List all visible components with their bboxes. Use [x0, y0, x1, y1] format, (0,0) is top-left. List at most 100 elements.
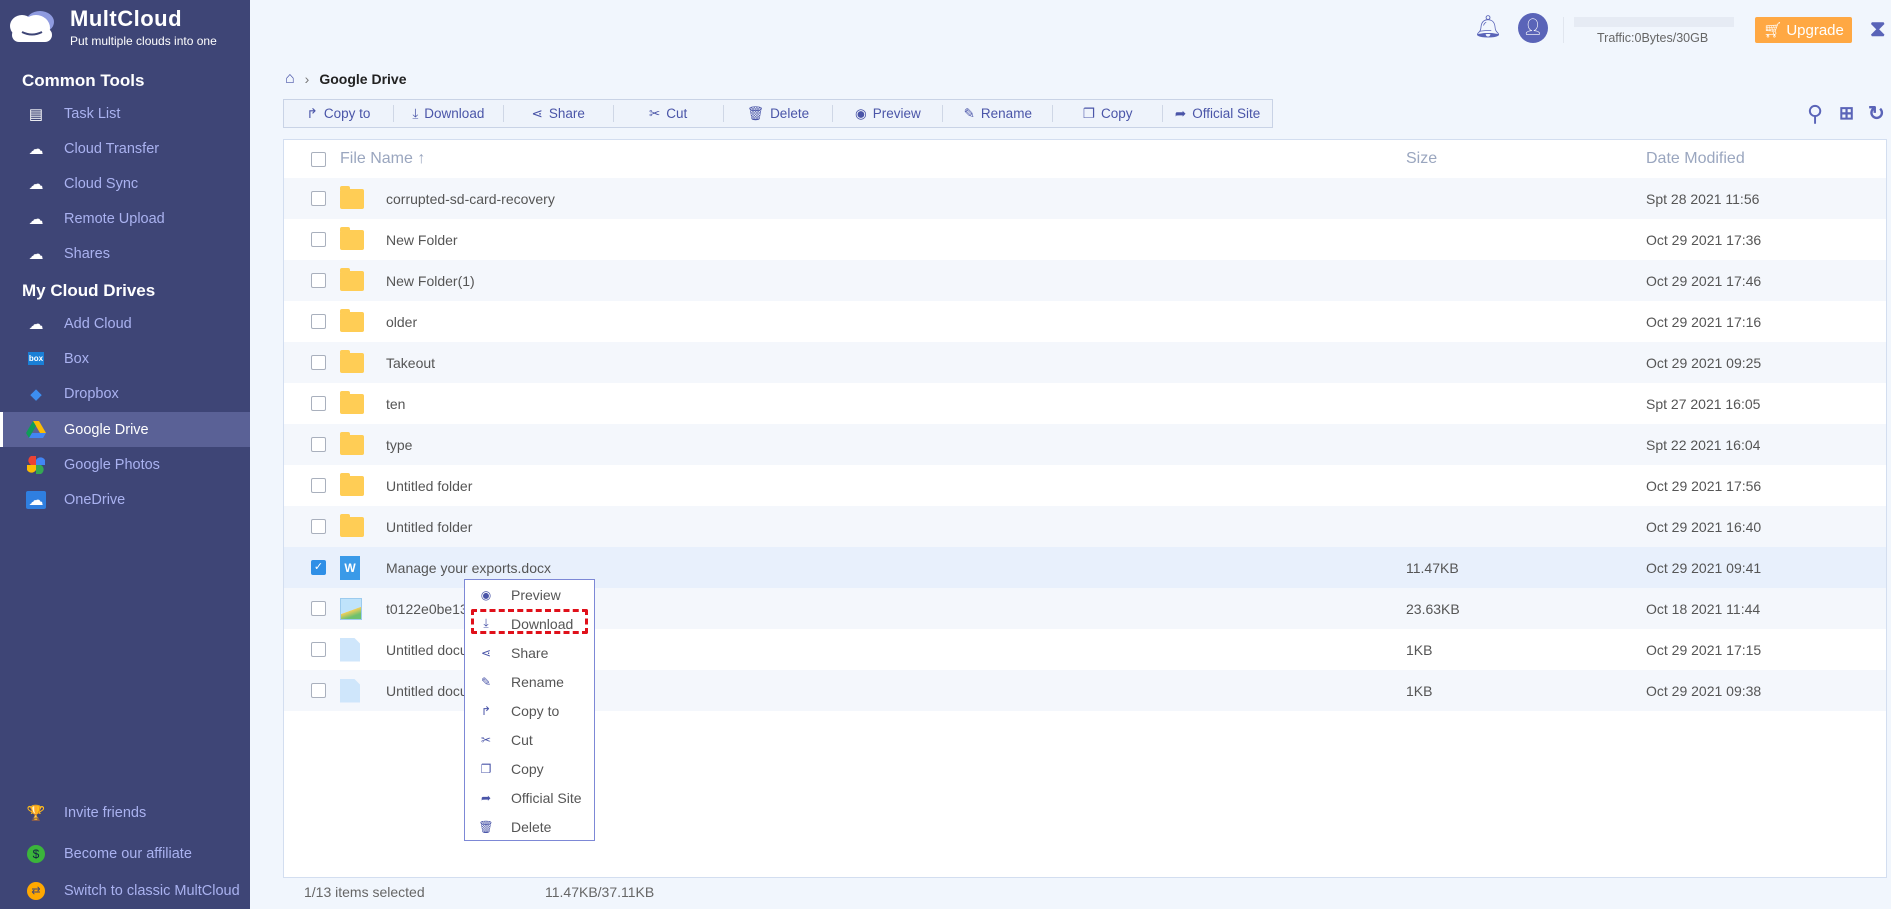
- folder-icon: [340, 226, 364, 250]
- context-menu-download[interactable]: ⤓ Download: [465, 609, 594, 638]
- row-checkbox[interactable]: [311, 519, 326, 534]
- word-doc-icon: W: [340, 555, 360, 580]
- rename-button[interactable]: ✎ Rename: [943, 105, 1054, 122]
- cloud-transfer-icon: ☁: [28, 140, 44, 158]
- row-checkbox[interactable]: [311, 437, 326, 452]
- file-date: Oct 29 2021 17:15: [1646, 641, 1762, 658]
- download-button[interactable]: ⤓ Download: [394, 105, 504, 122]
- external-arrow-icon: ➦: [480, 790, 492, 805]
- row-checkbox[interactable]: [311, 478, 326, 493]
- file-name[interactable]: Takeout: [386, 355, 435, 371]
- pencil-icon: ✎: [480, 674, 492, 689]
- sidebar-item-label: Google Photos: [64, 456, 160, 473]
- row-checkbox[interactable]: [311, 601, 326, 616]
- file-name[interactable]: type: [386, 437, 412, 453]
- file-date: Oct 29 2021 16:40: [1646, 518, 1762, 535]
- table-row[interactable]: New Folder Oct 29 2021 17:36: [284, 219, 1886, 260]
- sidebar-item-add-cloud[interactable]: ☁ Add Cloud: [0, 306, 250, 341]
- file-name[interactable]: t0122e0be13: [386, 601, 468, 617]
- row-checkbox[interactable]: [311, 191, 326, 206]
- table-row[interactable]: type Spt 22 2021 16:04: [284, 424, 1886, 465]
- context-menu-share[interactable]: ⋖ Share: [465, 638, 594, 667]
- row-checkbox[interactable]: [311, 396, 326, 411]
- bell-icon[interactable]: 🔔︎: [1474, 14, 1502, 40]
- search-icon[interactable]: ⚲: [1807, 101, 1823, 127]
- menu-item-label: Copy to: [511, 702, 560, 719]
- hourglass-icon[interactable]: ⧗: [1870, 16, 1885, 42]
- copy-button[interactable]: ❐ Copy: [1053, 105, 1164, 122]
- sidebar-item-shares[interactable]: ☁ Shares: [0, 236, 250, 271]
- sidebar-item-switch-classic[interactable]: ⇄ Switch to classic MultCloud: [0, 873, 250, 908]
- official-site-button[interactable]: ➦ Official Site: [1163, 105, 1272, 122]
- context-menu-preview[interactable]: ◉ Preview: [465, 580, 594, 609]
- row-checkbox[interactable]: [311, 273, 326, 288]
- context-menu-official-site[interactable]: ➦ Official Site: [465, 783, 594, 812]
- sidebar-item-google-photos[interactable]: Google Photos: [0, 447, 250, 482]
- sidebar-item-google-drive[interactable]: Google Drive: [0, 412, 250, 447]
- sidebar-item-dropbox[interactable]: ◆ Dropbox: [0, 376, 250, 411]
- sidebar-item-remote-upload[interactable]: ☁ Remote Upload: [0, 201, 250, 236]
- table-row[interactable]: ten Spt 27 2021 16:05: [284, 383, 1886, 424]
- table-row[interactable]: corrupted-sd-card-recovery Spt 28 2021 1…: [284, 178, 1886, 219]
- delete-button[interactable]: 🗑︎ Delete: [724, 105, 834, 122]
- folder-icon: [340, 267, 364, 291]
- file-name[interactable]: Untitled docu: [386, 683, 468, 699]
- row-checkbox[interactable]: [311, 232, 326, 247]
- avatar[interactable]: 👤︎: [1518, 13, 1548, 43]
- home-icon[interactable]: ⌂: [285, 70, 295, 88]
- context-menu-delete[interactable]: 🗑︎ Delete: [465, 812, 594, 841]
- sidebar-item-box[interactable]: box Box: [0, 341, 250, 376]
- row-checkbox[interactable]: [311, 683, 326, 698]
- file-name[interactable]: Untitled folder: [386, 519, 472, 535]
- context-menu-copy-to[interactable]: ↱ Copy to: [465, 696, 594, 725]
- file-name[interactable]: Untitled docu: [386, 642, 468, 658]
- row-checkbox[interactable]: [311, 355, 326, 370]
- row-checkbox[interactable]: [311, 314, 326, 329]
- sidebar-item-affiliate[interactable]: $ Become our affiliate: [0, 836, 250, 871]
- column-date-modified[interactable]: Date Modified: [1646, 150, 1745, 168]
- context-menu-copy[interactable]: ❐ Copy: [465, 754, 594, 783]
- sidebar-item-cloud-transfer[interactable]: ☁ Cloud Transfer: [0, 131, 250, 166]
- row-checkbox[interactable]: ✓: [311, 560, 326, 575]
- document-icon: [340, 678, 360, 703]
- row-checkbox[interactable]: [311, 642, 326, 657]
- column-size[interactable]: Size: [1406, 150, 1437, 168]
- sidebar-item-invite-friends[interactable]: 🏆 Invite friends: [0, 795, 250, 830]
- file-size: 11.47KB: [1406, 559, 1459, 576]
- context-menu-cut[interactable]: ✂ Cut: [465, 725, 594, 754]
- scissors-icon: ✂: [648, 105, 661, 121]
- sidebar-item-cloud-sync[interactable]: ☁ Cloud Sync: [0, 166, 250, 201]
- table-row[interactable]: Untitled folder Oct 29 2021 16:40: [284, 506, 1886, 547]
- sort-arrow-up-icon: ↑: [417, 150, 426, 167]
- file-name[interactable]: older: [386, 314, 417, 330]
- table-row[interactable]: New Folder(1) Oct 29 2021 17:46: [284, 260, 1886, 301]
- copy-to-button[interactable]: ↱ Copy to: [284, 105, 394, 122]
- file-name[interactable]: New Folder: [386, 232, 458, 248]
- select-all-checkbox[interactable]: [311, 151, 326, 167]
- table-row[interactable]: older Oct 29 2021 17:16: [284, 301, 1886, 342]
- file-name[interactable]: corrupted-sd-card-recovery: [386, 191, 555, 207]
- file-name[interactable]: Manage your exports.docx: [386, 560, 551, 576]
- table-row[interactable]: Takeout Oct 29 2021 09:25: [284, 342, 1886, 383]
- sidebar-item-onedrive[interactable]: ☁ OneDrive: [0, 482, 250, 517]
- menu-item-label: Delete: [511, 818, 552, 835]
- file-name[interactable]: Untitled folder: [386, 478, 472, 494]
- column-file-name[interactable]: File Name ↑: [340, 150, 425, 168]
- context-menu-rename[interactable]: ✎ Rename: [465, 667, 594, 696]
- share-cloud-icon: ☁: [28, 245, 44, 263]
- common-tools-heading: Common Tools: [22, 71, 145, 90]
- sidebar-item-task-list[interactable]: ▤ Task List: [0, 96, 250, 131]
- upgrade-button[interactable]: 🛒︎ Upgrade: [1755, 17, 1852, 43]
- multcloud-logo-icon: [10, 11, 54, 42]
- file-name[interactable]: ten: [386, 396, 405, 412]
- file-name[interactable]: New Folder(1): [386, 273, 475, 289]
- share-button[interactable]: ⋖ Share: [504, 105, 614, 122]
- preview-button[interactable]: ◉ Preview: [833, 105, 944, 122]
- refresh-icon[interactable]: ↻: [1868, 101, 1885, 126]
- table-row[interactable]: Untitled folder Oct 29 2021 17:56: [284, 465, 1886, 506]
- file-date: Spt 27 2021 16:05: [1646, 395, 1761, 412]
- grid-view-icon[interactable]: ⊞: [1839, 103, 1854, 124]
- image-file-icon: [340, 597, 362, 620]
- brand-subtitle: Put multiple clouds into one: [70, 34, 217, 48]
- cut-button[interactable]: ✂ Cut: [614, 105, 724, 122]
